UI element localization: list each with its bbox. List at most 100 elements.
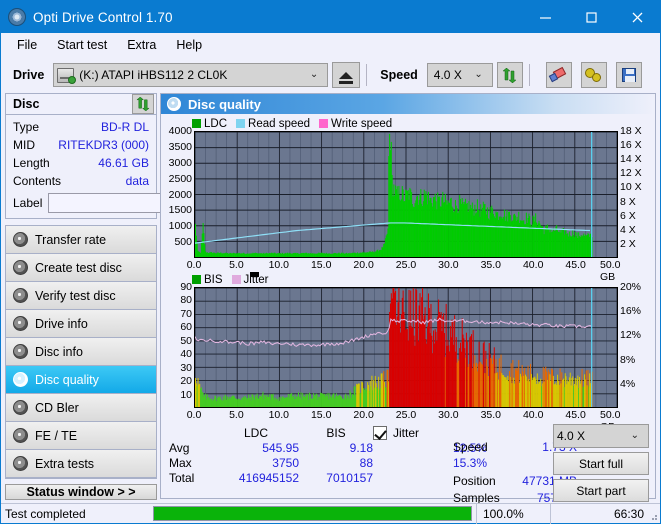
start-part-button[interactable]: Start part — [553, 479, 649, 502]
test-speed-select[interactable]: 4.0 X ⌄ — [553, 424, 649, 448]
test-speed-value: 4.0 X — [557, 429, 586, 443]
axis-tick-label: 10 — [180, 388, 192, 401]
disc-icon — [13, 400, 28, 415]
axis-tick-label: 16% — [620, 304, 642, 317]
axis-tick-label: 20.0 — [353, 259, 374, 271]
axis-tick-label: 30.0 — [438, 259, 459, 271]
progress-bar — [153, 506, 472, 521]
axis-tick-label: 5.0 — [229, 259, 244, 271]
legend-swatch-write-speed — [319, 119, 329, 128]
legend-swatch-bis — [192, 275, 201, 284]
axis-tick-label: 50 — [180, 334, 192, 347]
disc-icon — [13, 456, 28, 471]
minimize-button[interactable] — [522, 1, 568, 33]
eject-button[interactable] — [332, 62, 361, 88]
save-button[interactable] — [615, 62, 642, 88]
axis-tick-label: 4% — [620, 377, 636, 390]
chevron-down-icon: ⌄ — [309, 69, 319, 80]
legend-item-bis: BIS — [192, 274, 223, 286]
sidebar-item-disc-quality[interactable]: Disc quality — [6, 366, 156, 394]
disc-key-contents: Contents — [13, 174, 62, 188]
axis-tick-label: 8% — [620, 353, 636, 366]
speed-select-value: 4.0 X — [433, 68, 462, 82]
close-button[interactable] — [614, 1, 660, 33]
action-buttons: 4.0 X ⌄ Start full Start part — [553, 424, 649, 502]
axis-tick-label: 25.0 — [395, 259, 417, 271]
main-body: Disc Type BD-R DL MID RITEKDR3 (000) Len… — [1, 93, 660, 505]
sidebar-filler — [5, 478, 157, 479]
menu-item-start-test[interactable]: Start test — [47, 35, 117, 55]
sidebar-item-disc-info[interactable]: Disc info — [6, 338, 156, 366]
sidebar-label: Create test disc — [35, 260, 122, 275]
disc-panel-title: Disc — [13, 97, 40, 111]
sidebar-item-transfer-rate[interactable]: Transfer rate — [6, 226, 156, 254]
drive-select[interactable]: (K:) ATAPI iHBS112 2 CL0K ⌄ — [53, 63, 329, 87]
left-panel: Disc Type BD-R DL MID RITEKDR3 (000) Len… — [5, 93, 253, 500]
top-chart-x-axis: 0.0 5.0 10.0 15.0 20.0 25.0 30.0 35.0 40.0 45.0 50… — [187, 258, 621, 283]
stats-avg-ldc: 545.95 — [262, 441, 299, 455]
sidebar-item-create-test-disc[interactable]: Create test disc — [6, 254, 156, 282]
axis-tick-label: 10.0 — [268, 409, 290, 421]
menu-item-file[interactable]: File — [7, 35, 47, 55]
disc-row-length: Length 46.61 GB — [13, 155, 149, 171]
axis-tick-label: 45.0 — [565, 259, 586, 271]
legend-label-bis: BIS — [204, 273, 223, 286]
stats-panel: LDC BIS Jitter Avg 545.95 9.18 12.5% Max… — [161, 422, 655, 505]
refresh-button[interactable] — [496, 62, 523, 88]
disc-value-contents: data — [125, 174, 149, 188]
sidebar-label: CD Bler — [35, 400, 79, 415]
sidebar-item-verify-test-disc[interactable]: Verify test disc — [6, 282, 156, 310]
menu-item-help[interactable]: Help — [166, 35, 212, 55]
sidebar-label: FE / TE — [35, 428, 78, 443]
disc-panel-header: Disc — [5, 93, 157, 114]
menu-item-extra[interactable]: Extra — [117, 35, 166, 55]
eject-icon — [339, 71, 354, 84]
axis-tick-label: 60 — [180, 321, 192, 334]
axis-tick-label: 0.0 — [186, 259, 202, 271]
jitter-checkbox[interactable] — [373, 426, 387, 440]
start-full-button[interactable]: Start full — [553, 452, 649, 475]
axis-tick-label: 6 X — [620, 209, 636, 222]
progress-percent: 100.0% — [476, 503, 550, 524]
toolbar-divider-2 — [528, 64, 530, 86]
drive-select-value: (K:) ATAPI iHBS112 2 CL0K — [79, 68, 228, 82]
sidebar-item-extra-tests[interactable]: Extra tests — [6, 450, 156, 478]
axis-tick-label: 40.0 — [522, 259, 544, 271]
legend-item-ldc: LDC — [192, 118, 227, 130]
drive-icon — [57, 67, 77, 84]
maximize-button[interactable] — [568, 1, 614, 33]
axis-tick-label: 3500 — [168, 140, 192, 153]
sidebar-item-fe-te[interactable]: FE / TE — [6, 422, 156, 450]
sidebar-label: Extra tests — [35, 456, 95, 471]
axis-tick-label: 12% — [620, 329, 642, 342]
charts-area: LDC Read speed Write speed 500 1000 1500 20… — [161, 114, 655, 434]
axis-tick-label: 20 — [180, 374, 192, 387]
axis-tick-label: 80 — [180, 294, 192, 307]
erase-button[interactable] — [545, 62, 572, 88]
top-chart-y-axis: 500 1000 1500 2000 2500 3000 3500 4000 — [164, 126, 194, 258]
status-text: Test completed — [5, 506, 86, 521]
toolbar: Drive (K:) ATAPI iHBS112 2 CL0K ⌄ Speed … — [1, 57, 660, 93]
resize-grip[interactable] — [648, 511, 658, 521]
axis-tick-label: 40 — [180, 347, 192, 360]
content-panel: Disc quality LDC Read speed Write speed … — [160, 93, 656, 505]
stats-total-bis: 7010157 — [326, 471, 373, 485]
settings-button[interactable] — [580, 62, 607, 88]
legend-swatch-ldc — [192, 119, 201, 128]
sidebar-item-cd-bler[interactable]: CD Bler — [6, 394, 156, 422]
stats-right-key-speed: Speed — [453, 440, 488, 454]
status-window-button[interactable]: Status window > > — [5, 484, 157, 500]
axis-tick-label: 30 — [180, 361, 192, 374]
disc-label-key: Label — [13, 195, 43, 210]
window-title: Opti Drive Control 1.70 — [33, 9, 173, 25]
legend-label-ldc: LDC — [204, 117, 228, 130]
sidebar-item-drive-info[interactable]: Drive info — [6, 310, 156, 338]
top-chart: LDC Read speed Write speed 500 1000 1500 20… — [164, 116, 652, 284]
axis-tick-label: 70 — [180, 307, 192, 320]
disc-refresh-button[interactable] — [132, 94, 154, 114]
stats-right-key-position: Position — [453, 474, 496, 488]
speed-select[interactable]: 4.0 X ⌄ — [426, 63, 493, 87]
bottom-chart-legend: BIS Jitter — [164, 272, 652, 287]
axis-tick-label: 20% — [620, 280, 642, 293]
axis-tick-label: 35.0 — [480, 259, 502, 271]
